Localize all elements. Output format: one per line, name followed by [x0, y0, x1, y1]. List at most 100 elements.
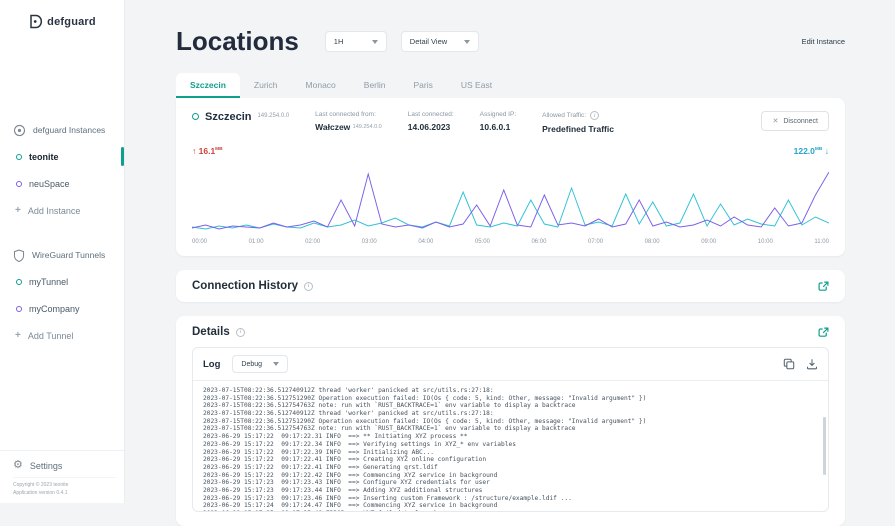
instance-status-icon	[16, 153, 22, 160]
expand-icon	[818, 327, 829, 337]
connection-history-title: Connection History	[192, 280, 299, 292]
page-header: Locations 1H Detail View Edit Instance	[176, 26, 845, 57]
details-card: Details i Log Debug 2023-07-15T08:22:36.…	[176, 316, 845, 526]
location-name-block: Szczecin 149.254.0.0	[192, 111, 289, 123]
tab-us-east[interactable]: US East	[447, 73, 506, 98]
copyright: Copyright © 2023 teonite Application ver…	[13, 477, 116, 497]
sidebar-item-label: teonite	[29, 151, 59, 162]
last-connected-field: Last connected: 14.06.2023	[408, 111, 454, 132]
defguard-logo-icon	[30, 14, 43, 29]
version-line: Application version 0.4.1	[13, 490, 68, 496]
field-value: 14.06.2023	[407, 122, 451, 132]
sidebar-item-label: neuSpace	[29, 178, 70, 189]
traffic-chart-wrap	[176, 156, 845, 236]
traffic-summary: ↑ 16.1MB 122.0MB ↓	[176, 134, 845, 156]
log-panel: Log Debug 2023-07-15T08:22:36.512740912Z…	[192, 347, 829, 512]
info-icon[interactable]: i	[235, 327, 245, 337]
log-label: Log	[203, 358, 221, 370]
sidebar-item-neuspace[interactable]: neuSpace	[0, 170, 124, 197]
sidebar-item-teonite[interactable]: teonite	[0, 143, 124, 170]
chevron-down-icon	[273, 362, 280, 366]
active-indicator	[121, 147, 124, 166]
add-tunnel-button[interactable]: + Add Tunnel	[0, 322, 124, 349]
log-level-select[interactable]: Debug	[232, 355, 289, 373]
add-instance-label: Add Instance	[27, 205, 81, 216]
tab-paris[interactable]: Paris	[400, 73, 447, 98]
expand-details-button[interactable]	[818, 327, 829, 338]
info-icon[interactable]: i	[304, 281, 314, 291]
location-name: Szczecin	[205, 111, 252, 123]
chart-line-upload	[192, 171, 829, 230]
sidebar-item-mytunnel[interactable]: myTunnel	[0, 268, 124, 295]
edit-instance-button[interactable]: Edit Instance	[802, 37, 845, 46]
traffic-chart	[192, 171, 829, 230]
settings-label: Settings	[29, 460, 63, 471]
field-label: Assigned IP:	[479, 111, 517, 118]
instances-icon	[13, 124, 26, 136]
field-value: 10.6.0.1	[479, 122, 511, 132]
connection-history-card: Connection History i	[176, 270, 845, 302]
chevron-down-icon	[463, 39, 470, 44]
details-title: Details	[192, 326, 230, 338]
field-value-ip: 149.254.0.0	[352, 124, 382, 130]
tab-zurich[interactable]: Zurich	[240, 73, 292, 98]
connection-status-icon	[192, 113, 199, 120]
allowed-traffic-field: Allowed Traffic: i Predefined Traffic	[542, 111, 614, 134]
download-total: 122.0MB ↓	[793, 146, 829, 156]
field-label: Allowed Traffic: i	[542, 111, 614, 120]
plus-icon: +	[15, 330, 21, 341]
main-content: Locations 1H Detail View Edit Instance S…	[126, 0, 895, 526]
last-connected-from-field: Last connected from: Wałczew 149.254.0.0	[315, 111, 382, 132]
app-logo: defguard	[0, 14, 124, 29]
log-level-value: Debug	[241, 360, 263, 368]
add-tunnel-label: Add Tunnel	[27, 330, 74, 341]
info-icon[interactable]: i	[590, 111, 600, 120]
log-body: 2023-07-15T08:22:36.512740912Z thread 'w…	[193, 381, 828, 511]
upload-total: ↑ 16.1MB	[192, 146, 223, 156]
field-value: Predefined Traffic	[542, 124, 614, 134]
tunnel-status-icon	[16, 278, 22, 285]
field-value: Wałczew 149.254.0.0	[315, 122, 382, 132]
tunnel-status-icon	[16, 305, 22, 312]
tab-berlin[interactable]: Berlin	[350, 73, 400, 98]
sidebar-section-label: WireGuard Tunnels	[32, 250, 106, 260]
download-arrow-icon: ↓	[824, 146, 829, 156]
sidebar-section-tunnels: WireGuard Tunnels	[0, 242, 124, 268]
location-tabs: Szczecin Zurich Monaco Berlin Paris US E…	[176, 73, 845, 98]
app-logo-text: defguard	[47, 15, 96, 28]
assigned-ip-field: Assigned IP: 10.6.0.1	[480, 111, 517, 132]
settings-button[interactable]: ⚙ Settings	[0, 450, 124, 471]
shield-icon	[13, 249, 25, 262]
sidebar-section-label: defguard Instances	[33, 125, 106, 135]
plus-icon: +	[15, 205, 21, 216]
expand-connection-history-button[interactable]	[818, 281, 829, 292]
location-network: 149.254.0.0	[257, 113, 290, 119]
tab-monaco[interactable]: Monaco	[292, 73, 350, 98]
period-select[interactable]: 1H	[324, 31, 387, 52]
sidebar: defguard defguard Instances teonite neuS…	[0, 0, 125, 503]
close-icon: ✕	[772, 118, 779, 125]
field-label: Last connected:	[407, 111, 454, 118]
view-select-value: Detail View	[409, 37, 448, 46]
gear-icon: ⚙	[13, 459, 23, 471]
sidebar-item-label: myCompany	[29, 303, 80, 314]
expand-icon	[818, 281, 829, 291]
chart-x-axis: 00:00 01:00 02:00 03:00 04:00 05:00 06:00 07…	[192, 239, 829, 245]
instance-status-icon	[16, 180, 22, 187]
page-title: Locations	[176, 26, 299, 56]
chevron-down-icon	[371, 39, 378, 44]
disconnect-button[interactable]: ✕ Disconnect	[761, 111, 829, 131]
download-log-button[interactable]	[806, 358, 818, 370]
sidebar-section-instances: defguard Instances	[0, 117, 124, 143]
view-select[interactable]: Detail View	[400, 31, 479, 52]
copyright-line: Copyright © 2023 teonite	[13, 482, 69, 488]
tab-szczecin[interactable]: Szczecin	[176, 73, 240, 98]
upload-arrow-icon: ↑	[192, 146, 197, 156]
log-scrollbar[interactable]	[823, 417, 826, 475]
copy-log-button[interactable]	[783, 358, 795, 370]
log-toolbar: Log Debug	[193, 348, 828, 381]
period-select-value: 1H	[333, 37, 344, 46]
sidebar-item-mycompany[interactable]: myCompany	[0, 295, 124, 322]
add-instance-button[interactable]: + Add Instance	[0, 197, 124, 224]
location-card: Szczecin 149.254.0.0 Last connected from…	[176, 98, 845, 256]
